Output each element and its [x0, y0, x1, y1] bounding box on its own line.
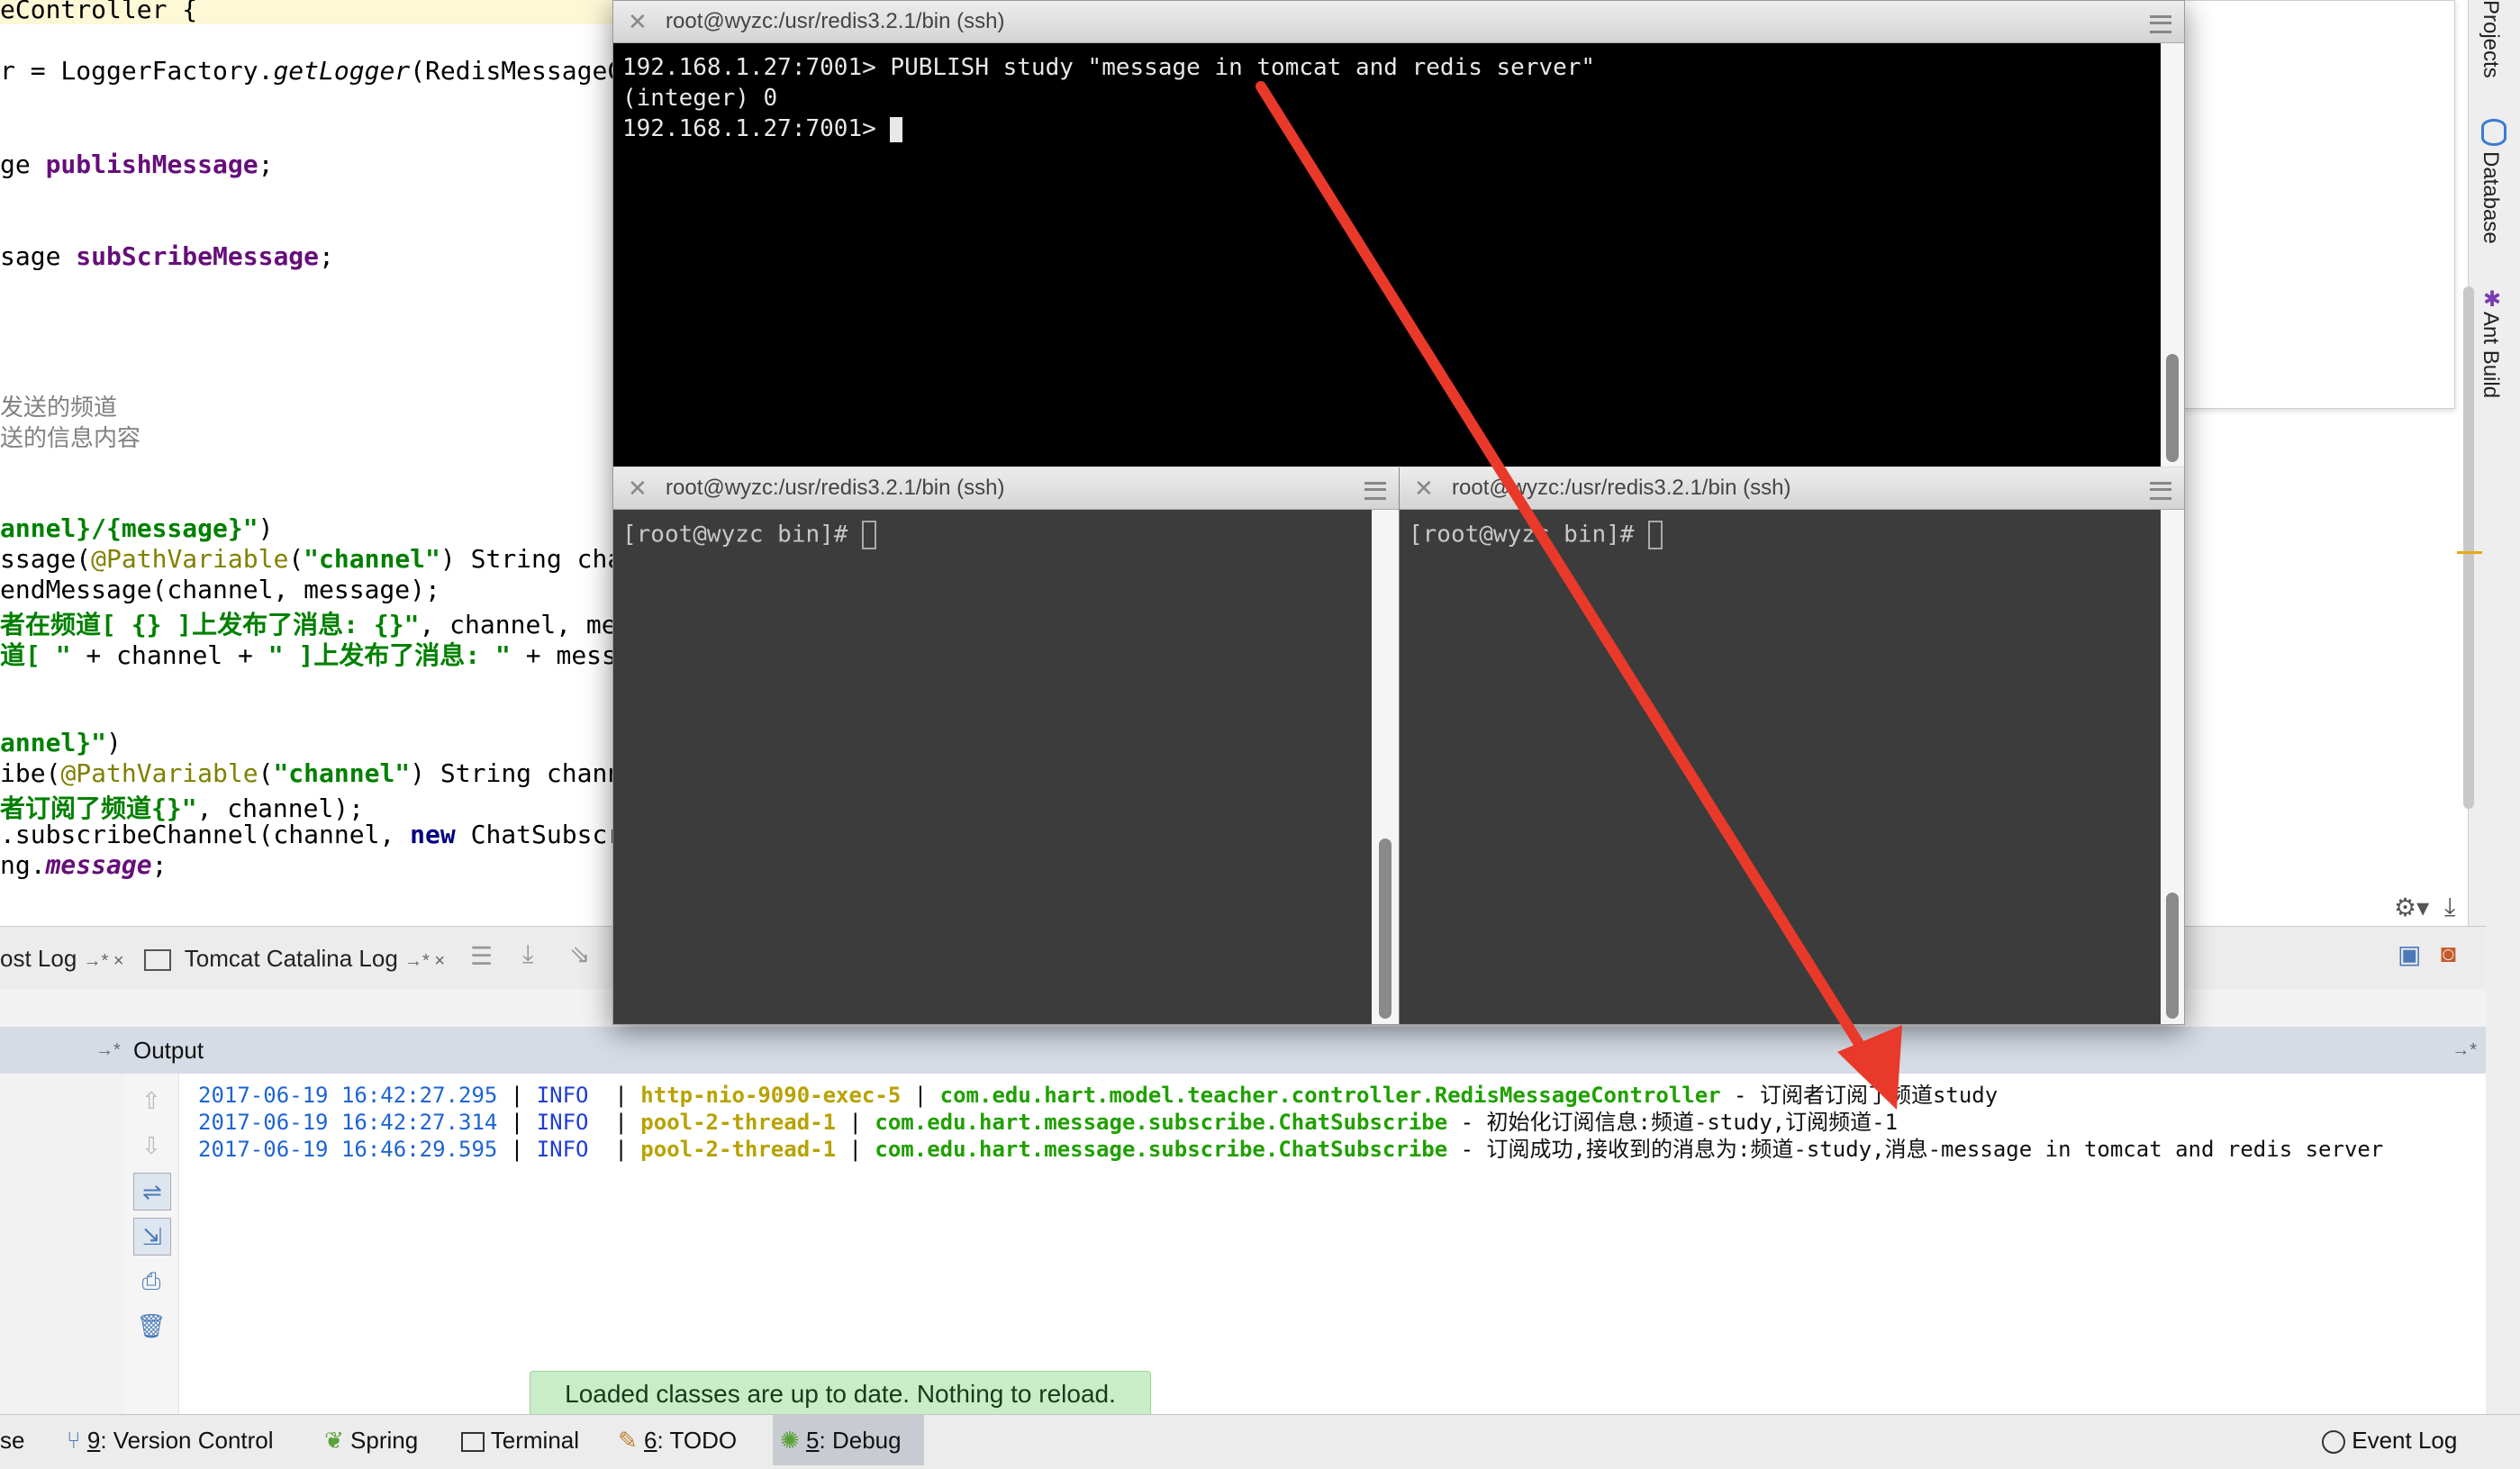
- tab-tomcat-catalina-log[interactable]: Tomcat Catalina Log →* ×: [144, 927, 445, 990]
- status-item-debug[interactable]: ✺ 5: Debug: [773, 1415, 924, 1465]
- layout-icon[interactable]: ▣: [2398, 939, 2421, 969]
- event-log-icon: [2322, 1430, 2345, 1455]
- terminal-right-title: root@wyzc:/usr/redis3.2.1/bin (ssh): [1452, 476, 1791, 500]
- terminal-top-titlebar: ✕ root@wyzc:/usr/redis3.2.1/bin (ssh): [613, 1, 2184, 43]
- code-line: ng.message;: [0, 850, 168, 880]
- status-item-close[interactable]: se: [0, 1415, 24, 1465]
- tool-tab-database[interactable]: Database: [2478, 151, 2503, 244]
- reload-notification: Loaded classes are up to date. Nothing t…: [530, 1371, 1151, 1418]
- code-line: ibe(@PathVariable("channel") String chan…: [0, 758, 653, 788]
- log-line: 2017-06-19 16:46:29.595 | INFO | pool-2-…: [198, 1137, 2384, 1162]
- bug-icon: ✺: [780, 1427, 800, 1454]
- cursor: [890, 116, 903, 142]
- pin-arrow-icon[interactable]: →*: [95, 1027, 121, 1074]
- close-icon[interactable]: ✕: [1414, 467, 1434, 509]
- pin-icon[interactable]: ⤓: [2444, 893, 2455, 922]
- editor-scrollbar[interactable]: [2463, 286, 2474, 809]
- status-item-spring[interactable]: ❦ Spring: [324, 1415, 418, 1465]
- status-bar: se ⑂ 9: Version Control ❦ Spring Termina…: [0, 1414, 2520, 1469]
- scroll-marker: [2457, 551, 2482, 554]
- code-line: r = LoggerFactory.getLogger(RedisMessage…: [0, 56, 653, 86]
- todo-icon: ✎: [618, 1427, 638, 1454]
- align-icon[interactable]: ☰: [470, 941, 493, 971]
- terminal-line: [root@wyzc bin]#: [1409, 521, 1663, 549]
- code-line: 道[ " + channel + " ]上发布了消息: " + message: [0, 640, 663, 670]
- terminal-top-scrollbar[interactable]: [2166, 354, 2179, 462]
- terminal-left-title: root@wyzc:/usr/redis3.2.1/bin (ssh): [666, 476, 1005, 500]
- code-line: 发送的频道: [0, 394, 118, 422]
- arrow-up-icon[interactable]: ⇧: [133, 1083, 169, 1119]
- terminal-right-body[interactable]: [root@wyzc bin]#: [1400, 510, 2161, 1024]
- tool-popup-panel: [2180, 0, 2455, 409]
- terminal-line: [root@wyzc bin]#: [622, 521, 877, 549]
- output-label: Output: [133, 1037, 204, 1064]
- log-icon: [144, 949, 171, 972]
- status-item-version-control[interactable]: ⑂ 9: Version Control: [67, 1415, 274, 1465]
- terminal-right-titlebar: ✕ root@wyzc:/usr/redis3.2.1/bin (ssh): [1400, 467, 2184, 510]
- console-gutter: [0, 1074, 125, 1414]
- pane-divider: [1399, 467, 1400, 1024]
- branch-icon: ⑂: [67, 1427, 81, 1454]
- code-line: 送的信息内容: [0, 425, 141, 452]
- restore-icon[interactable]: →*: [2452, 1027, 2477, 1074]
- menu-icon[interactable]: [2150, 15, 2171, 33]
- terminal-window: ✕ root@wyzc:/usr/redis3.2.1/bin (ssh) 19…: [612, 0, 2185, 1025]
- ant-icon: ✱: [2483, 287, 2502, 312]
- code-line: annel}"): [0, 728, 122, 757]
- code-line: .subscribeChannel(channel, new ChatSubsc…: [0, 820, 653, 849]
- terminal-line: 192.168.1.27:7001>: [622, 115, 903, 142]
- trash-icon[interactable]: 🗑: [133, 1308, 169, 1344]
- terminal-top-title: root@wyzc:/usr/redis3.2.1/bin (ssh): [666, 9, 1005, 33]
- scroll-end-icon[interactable]: ⤓: [522, 939, 533, 969]
- code-line: ssage(@PathVariable("channel") String ch…: [0, 544, 653, 574]
- menu-icon[interactable]: [1364, 482, 1386, 500]
- status-item-event-log[interactable]: Event Log: [2322, 1415, 2457, 1465]
- terminal-left-scrollbar[interactable]: [1379, 839, 1391, 1019]
- code-line: annel}/{message}"): [0, 513, 274, 543]
- soft-wrap-icon[interactable]: ⇌: [133, 1173, 171, 1211]
- close-icon[interactable]: ✕: [628, 1, 648, 42]
- code-line: endMessage(channel, message);: [0, 575, 440, 604]
- terminal-line: 192.168.1.27:7001> PUBLISH study "messag…: [622, 54, 1596, 81]
- arrow-down-icon[interactable]: ⇩: [133, 1128, 169, 1164]
- cursor: [1648, 521, 1663, 549]
- database-icon: [2481, 119, 2506, 146]
- terminal-top-body[interactable]: 192.168.1.27:7001> PUBLISH study "messag…: [613, 43, 2161, 467]
- gear-icon[interactable]: ⚙▾: [2394, 893, 2429, 922]
- spring-leaf-icon: ❦: [324, 1427, 344, 1454]
- code-line: eController {: [0, 0, 612, 24]
- terminal-line: (integer) 0: [622, 85, 778, 112]
- code-line: sage subScribeMessage;: [0, 241, 334, 271]
- code-line: ge publishMessage;: [0, 150, 274, 179]
- tab-host-log[interactable]: ost Log →* ×: [0, 927, 124, 990]
- scroll-to-end-icon[interactable]: ⇲: [133, 1218, 171, 1256]
- menu-icon[interactable]: [2150, 482, 2171, 500]
- tool-tab-projects[interactable]: Projects: [2478, 0, 2503, 78]
- status-item-terminal[interactable]: Terminal: [461, 1415, 579, 1465]
- camera-icon[interactable]: ◙: [2441, 939, 2456, 968]
- output-header: →* Output →*: [0, 1027, 2486, 1075]
- tool-tab-ant-build[interactable]: Ant Build: [2478, 312, 2503, 398]
- status-item-todo[interactable]: ✎ 6: TODO: [618, 1415, 737, 1465]
- terminal-right-scrollbar[interactable]: [2166, 893, 2179, 1019]
- close-icon[interactable]: ✕: [628, 467, 648, 509]
- terminal-icon: [461, 1432, 485, 1453]
- terminal-left-body[interactable]: [root@wyzc bin]#: [613, 510, 1372, 1024]
- cursor: [862, 521, 877, 549]
- terminal-left-titlebar: ✕ root@wyzc:/usr/redis3.2.1/bin (ssh): [613, 467, 1399, 510]
- print-icon[interactable]: ⎙: [133, 1263, 169, 1299]
- download-icon[interactable]: ⇘: [569, 939, 590, 969]
